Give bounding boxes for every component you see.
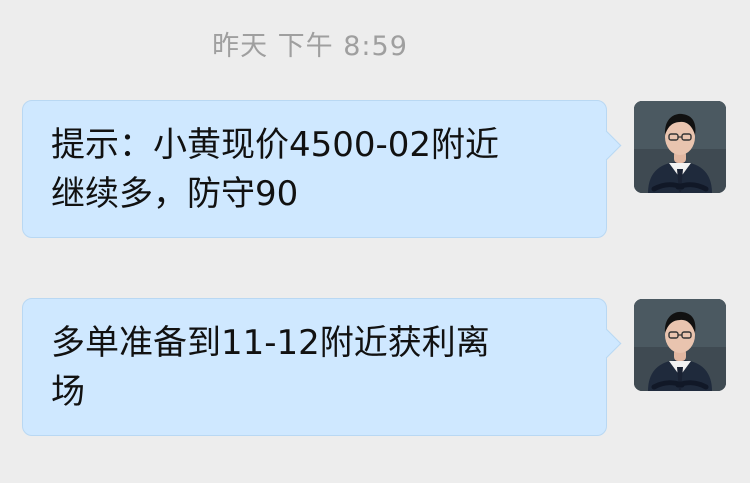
bubble-tail (591, 130, 622, 161)
message-line: 场 (51, 372, 85, 412)
user-avatar-icon[interactable] (634, 101, 726, 193)
bubble-tail (591, 328, 622, 359)
message-bubble[interactable]: 提示：小黄现价4500-02附近 继续多，防守90 (22, 100, 622, 238)
message-line: 多单准备到11-12附近获利离 (51, 323, 490, 363)
message-line: 提示：小黄现价4500-02附近 (51, 125, 500, 165)
avatar-image (634, 299, 726, 391)
avatar-image (634, 101, 726, 193)
message-bubble[interactable]: 多单准备到11-12附近获利离 场 (22, 298, 622, 436)
user-avatar-icon[interactable] (634, 299, 726, 391)
message-timestamp: 昨天 下午 8:59 (212, 31, 408, 62)
message-line: 继续多，防守90 (51, 174, 299, 214)
